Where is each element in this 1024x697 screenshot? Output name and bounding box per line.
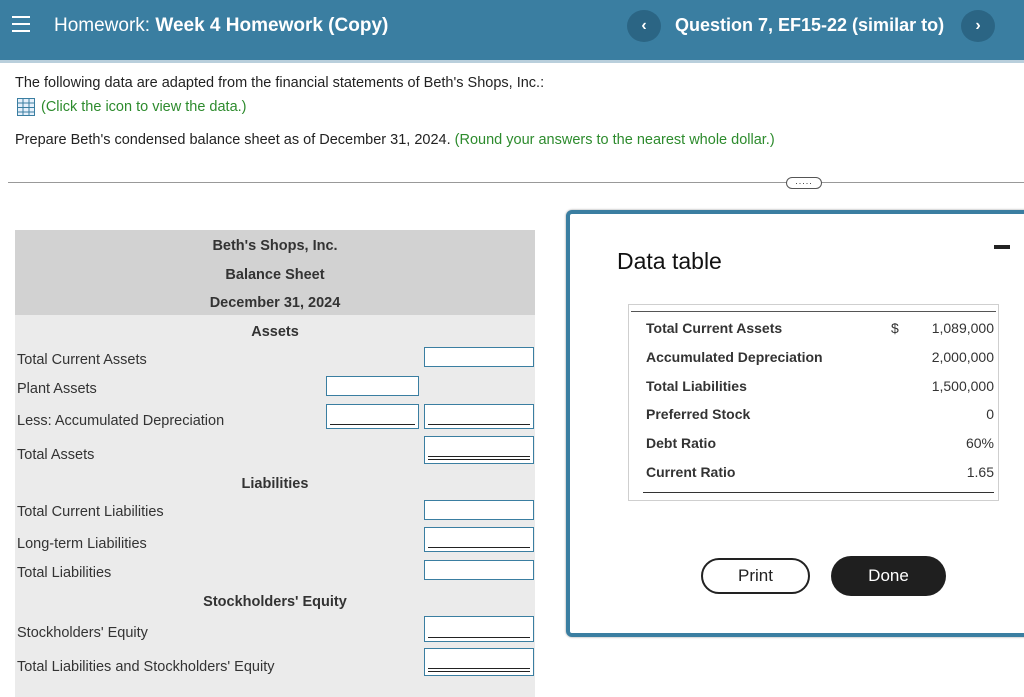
question-instructions: Prepare Beth's condensed balance sheet a… bbox=[15, 132, 775, 148]
dialog-title: Data table bbox=[617, 248, 722, 274]
next-question-button[interactable]: › bbox=[961, 10, 995, 42]
table-bottom-rule bbox=[643, 492, 994, 493]
equity-heading: Stockholders' Equity bbox=[203, 594, 347, 610]
label-total-assets: Total Assets bbox=[17, 447, 95, 463]
label-stockholders-equity: Stockholders' Equity bbox=[17, 625, 148, 641]
row-value: 1,089,000 bbox=[931, 320, 994, 336]
data-table: Total Current Assets $ 1,089,000 Accumul… bbox=[628, 304, 999, 501]
header-underline bbox=[0, 60, 1024, 63]
label-total-current-assets: Total Current Assets bbox=[17, 352, 147, 368]
table-row: Debt Ratio 60% bbox=[629, 435, 1000, 459]
plant-assets-input[interactable] bbox=[326, 376, 419, 396]
row-value: 0 bbox=[986, 406, 994, 422]
homework-title: Homework: Week 4 Homework (Copy) bbox=[54, 15, 388, 37]
print-button[interactable]: Print bbox=[701, 558, 810, 594]
row-label: Total Current Assets bbox=[646, 320, 783, 336]
total-liabilities-and-equity-input[interactable] bbox=[424, 648, 534, 676]
table-row: Preferred Stock 0 bbox=[629, 406, 1000, 430]
rounding-hint: (Round your answers to the nearest whole… bbox=[454, 132, 775, 148]
data-table-icon[interactable] bbox=[17, 98, 35, 116]
table-top-rule bbox=[631, 311, 996, 312]
accumulated-depreciation-input[interactable] bbox=[326, 404, 419, 429]
more-options-button[interactable]: ..... bbox=[786, 177, 822, 189]
row-value: 60% bbox=[965, 435, 994, 451]
label-total-current-liabilities: Total Current Liabilities bbox=[17, 504, 164, 520]
assignment-name: Week 4 Homework (Copy) bbox=[155, 15, 389, 36]
row-label: Accumulated Depreciation bbox=[646, 349, 823, 365]
row-label: Preferred Stock bbox=[646, 406, 751, 422]
view-data-link-text[interactable]: (Click the icon to view the data.) bbox=[41, 99, 247, 115]
total-assets-input[interactable] bbox=[424, 436, 534, 464]
table-row: Current Ratio 1.65 bbox=[629, 464, 1000, 488]
row-value: 1.65 bbox=[966, 464, 994, 480]
long-term-liabilities-input[interactable] bbox=[424, 527, 534, 552]
row-label: Current Ratio bbox=[646, 464, 736, 480]
table-row: Accumulated Depreciation 2,000,000 bbox=[629, 349, 1000, 373]
liabilities-heading: Liabilities bbox=[241, 476, 309, 492]
row-label: Total Liabilities bbox=[646, 378, 747, 394]
row-currency: $ bbox=[891, 320, 899, 336]
row-value: 2,000,000 bbox=[931, 349, 994, 365]
statement-date: December 31, 2024 bbox=[209, 295, 341, 311]
table-row: Total Current Assets $ 1,089,000 bbox=[629, 320, 1000, 344]
homework-prefix: Homework: bbox=[54, 15, 156, 36]
stockholders-equity-input[interactable] bbox=[424, 616, 534, 642]
hamburger-menu-icon[interactable] bbox=[12, 16, 30, 32]
minimize-icon[interactable] bbox=[994, 245, 1010, 249]
question-intro: The following data are adapted from the … bbox=[15, 75, 545, 91]
label-plant-assets: Plant Assets bbox=[17, 381, 97, 397]
view-data-link[interactable]: (Click the icon to view the data.) bbox=[17, 98, 247, 116]
assets-heading: Assets bbox=[251, 324, 299, 340]
previous-question-button[interactable]: ‹ bbox=[627, 10, 661, 42]
label-total-liabilities: Total Liabilities bbox=[17, 565, 112, 581]
statement-title: Balance Sheet bbox=[225, 267, 325, 283]
done-button[interactable]: Done bbox=[831, 556, 946, 596]
section-divider bbox=[8, 182, 1024, 183]
label-long-term-liabilities: Long-term Liabilities bbox=[17, 536, 147, 552]
total-current-assets-input[interactable] bbox=[424, 347, 534, 367]
header-bar: Homework: Week 4 Homework (Copy) ‹ Quest… bbox=[0, 0, 1024, 60]
prepare-text: Prepare Beth's condensed balance sheet a… bbox=[15, 132, 451, 148]
question-title: Question 7, EF15-22 (similar to) bbox=[675, 15, 945, 35]
total-current-liabilities-input[interactable] bbox=[424, 500, 534, 520]
total-liabilities-input[interactable] bbox=[424, 560, 534, 580]
balance-sheet-form: Beth's Shops, Inc. Balance Sheet Decembe… bbox=[15, 230, 535, 697]
label-less-accumulated-depreciation: Less: Accumulated Depreciation bbox=[17, 413, 225, 429]
table-row: Total Liabilities 1,500,000 bbox=[629, 378, 1000, 402]
net-plant-assets-input[interactable] bbox=[424, 404, 534, 429]
data-table-dialog: Data table Total Current Assets $ 1,089,… bbox=[566, 210, 1024, 637]
label-total-liabilities-and-equity: Total Liabilities and Stockholders' Equi… bbox=[17, 659, 275, 675]
row-label: Debt Ratio bbox=[646, 435, 716, 451]
company-name: Beth's Shops, Inc. bbox=[212, 238, 338, 254]
row-value: 1,500,000 bbox=[931, 378, 994, 394]
